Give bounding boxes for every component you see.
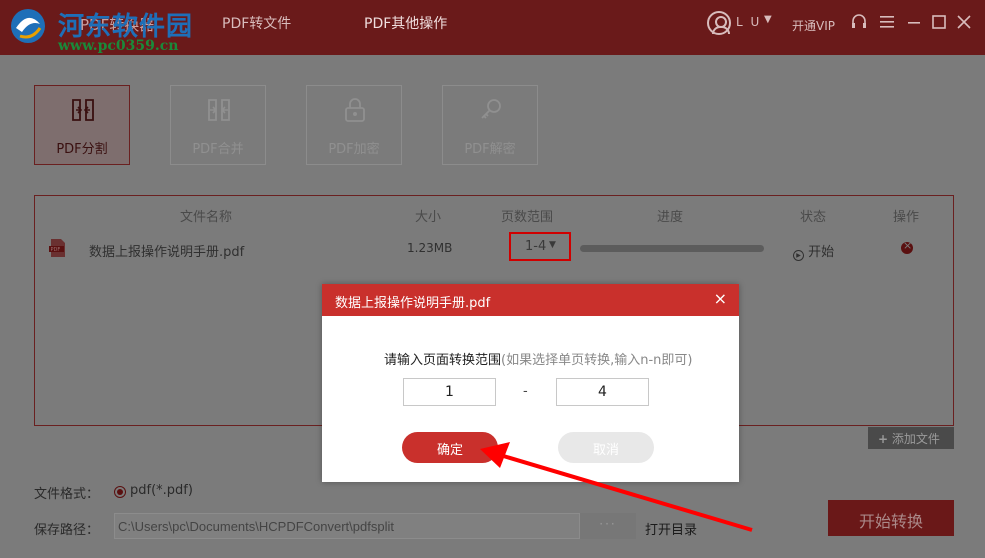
prompt-hint: (如果选择单页转换,输入n-n即可) [501,353,693,368]
title-bar: PDF转换器 河东软件园 www.pc0359.cn PDF转文件 PDF其他操… [0,0,985,55]
merge-icon [208,99,230,121]
file-size: 1.23MB [407,241,453,255]
column-header-size: 大小 [415,210,442,225]
tool-label: PDF解密 [464,142,516,157]
page-range-dropdown[interactable]: 1-4 ▼ [509,232,571,261]
add-file-label: 添加文件 [891,432,940,446]
column-header-progress: 进度 [657,210,684,225]
dialog-header: 数据上报操作说明手册.pdf × [322,284,739,316]
pdf-file-icon: PDF [49,239,65,257]
chevron-down-icon[interactable]: ▼ [764,14,772,25]
watermark-logo-icon [11,9,45,43]
confirm-button[interactable]: 确定 [402,432,498,463]
tool-pdf-split-button[interactable]: PDF分割 [34,85,130,165]
page-range-value: 1-4 [525,239,547,254]
user-name[interactable]: L U [736,15,761,29]
range-separator: - [523,384,528,399]
delete-icon[interactable] [901,239,913,254]
dialog-close-icon[interactable]: × [714,289,727,308]
progress-bar [580,245,764,252]
tab-pdf-other[interactable]: PDF其他操作 [364,13,447,33]
tool-label: PDF合并 [192,142,244,157]
save-path-label: 保存路径： [34,523,100,538]
dialog-title: 数据上报操作说明手册.pdf [335,296,491,311]
minimize-icon[interactable] [905,13,923,31]
format-radio[interactable] [114,486,126,498]
column-header-name: 文件名称 [180,210,233,225]
tool-pdf-encrypt-button[interactable]: PDF加密 [306,85,402,165]
column-header-status: 状态 [800,210,827,225]
open-directory-link[interactable]: 打开目录 [645,519,697,538]
format-label: 文件格式： [34,487,100,502]
dialog-prompt: 请输入页面转换范围(如果选择单页转换,输入n-n即可) [384,349,692,368]
cancel-button[interactable]: 取消 [558,432,654,463]
caret-down-icon: ▼ [549,240,556,250]
tool-pdf-merge-button[interactable]: PDF合并 [170,85,266,165]
start-convert-button[interactable]: 开始转换 [828,500,954,536]
start-button[interactable]: ▶ 开始 [793,241,834,261]
service-headset-icon[interactable] [850,13,868,31]
key-icon [481,99,501,119]
range-from-input[interactable] [403,378,496,406]
plus-icon: + [878,432,889,446]
status-label: 开始 [808,245,835,260]
tool-label: PDF加密 [328,142,380,157]
maximize-icon[interactable] [930,13,948,31]
page-range-dialog: 数据上报操作说明手册.pdf × 请输入页面转换范围(如果选择单页转换,输入n-… [322,284,739,482]
save-path-input[interactable]: C:\Users\pc\Documents\HCPDFConvert\pdfsp… [114,513,580,539]
user-avatar-icon[interactable] [707,11,731,35]
watermark-url: www.pc0359.cn [58,38,179,54]
close-icon[interactable] [955,13,973,31]
vip-link[interactable]: 开通VIP [792,17,835,34]
format-value: pdf(*.pdf) [130,483,193,498]
split-icon [72,99,94,121]
column-header-action: 操作 [893,210,920,225]
add-file-button[interactable]: + 添加文件 [868,427,954,449]
range-to-input[interactable] [556,378,649,406]
column-header-range: 页数范围 [501,210,554,225]
menu-icon[interactable] [878,13,896,31]
tool-label: PDF分割 [56,142,108,157]
svg-text:PDF: PDF [51,247,61,253]
file-name: 数据上报操作说明手册.pdf [89,245,245,260]
prompt-text: 请输入页面转换范围 [384,353,502,368]
tab-pdf-to-file[interactable]: PDF转文件 [222,13,291,33]
play-icon: ▶ [793,250,804,261]
lock-icon [345,98,365,122]
tool-pdf-decrypt-button[interactable]: PDF解密 [442,85,538,165]
browse-button[interactable]: ··· [580,513,636,539]
